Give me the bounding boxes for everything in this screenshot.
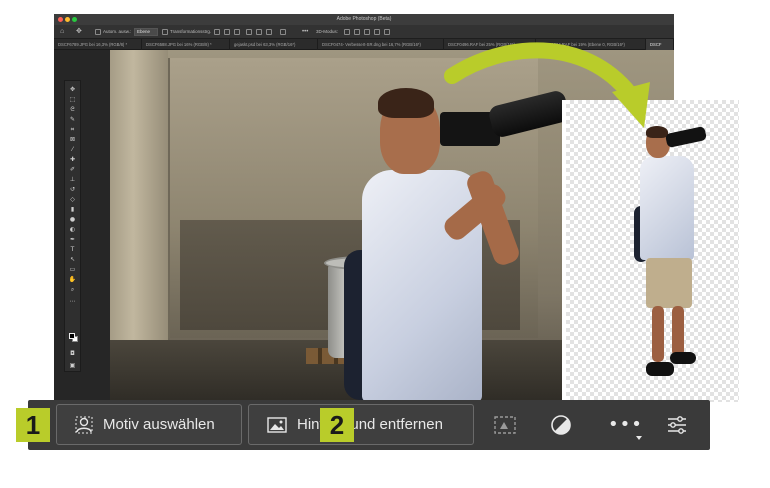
scale-3d-icon[interactable]	[384, 29, 390, 35]
cutout-shoe-left	[646, 362, 674, 376]
tools-panel: ✥ ⬚ ᘓ ✎ ⌗ ⊠ ⁄ ✚ ✐ ⊥ ↺ ◇ ▮ ● ◐ ✒ T ↖ ▭ ✋ …	[64, 80, 81, 372]
lasso-tool-icon[interactable]: ᘓ	[68, 105, 77, 114]
auto-select-dropdown[interactable]: Ebene	[134, 28, 158, 36]
eraser-tool-icon[interactable]: ◇	[68, 195, 77, 204]
chevron-down-icon[interactable]	[636, 436, 642, 440]
cutout-shirt	[640, 156, 694, 260]
roll-3d-icon[interactable]	[354, 29, 360, 35]
document-tab[interactable]: gejaskt.psd bei 63,3% (RGB/16*)	[230, 39, 318, 50]
dodge-tool-icon[interactable]: ◐	[68, 225, 77, 234]
sliders-icon[interactable]	[666, 414, 688, 436]
align-middle-icon[interactable]	[256, 29, 262, 35]
transform-controls-checkbox[interactable]	[162, 29, 168, 35]
gradient-tool-icon[interactable]: ▮	[68, 205, 77, 214]
edit-toolbar-icon[interactable]: ⋯	[68, 297, 77, 306]
blur-tool-icon[interactable]: ●	[68, 215, 77, 224]
photo-hair	[378, 88, 434, 118]
more-icon[interactable]: •••	[608, 414, 643, 435]
pan-3d-icon[interactable]	[364, 29, 370, 35]
step-badge-2: 2	[320, 408, 354, 442]
select-subject-button[interactable]: Motiv auswählen	[56, 404, 242, 445]
document-tab[interactable]: DSCF0474- Verbessert-SR.dng bei 16,7% (R…	[318, 39, 444, 50]
foreground-color-swatch[interactable]	[69, 333, 75, 339]
distribute-icon[interactable]	[280, 29, 286, 35]
pen-tool-icon[interactable]: ✒	[68, 235, 77, 244]
cutout-shorts	[646, 258, 692, 308]
quick-select-tool-icon[interactable]: ✎	[68, 115, 77, 124]
document-tab[interactable]: DSCF6789.JPG bei 16,3% (RGB/8) *	[54, 39, 142, 50]
step-badge-1: 1	[16, 408, 50, 442]
screen-mode-icon[interactable]: ▣	[68, 361, 77, 370]
cutout-leg-left	[652, 306, 664, 362]
slide-3d-icon[interactable]	[374, 29, 380, 35]
transform-controls-label: Transformationsstrg.	[170, 29, 212, 34]
person-select-icon	[75, 416, 93, 433]
home-icon[interactable]: ⌂	[60, 28, 64, 36]
mask-icon[interactable]	[494, 414, 516, 436]
cutout-leg-right	[672, 306, 684, 356]
select-subject-label: Motiv auswählen	[103, 416, 215, 433]
remove-background-button[interactable]: Hintergrund entfernen	[248, 404, 474, 445]
zoom-tool-icon[interactable]: ⌕	[68, 285, 77, 294]
cutout-shoe-right	[670, 352, 696, 364]
align-right-icon[interactable]	[234, 29, 240, 35]
quick-mask-icon[interactable]: ◘	[68, 349, 77, 358]
move-tool-icon[interactable]: ✥	[68, 85, 77, 94]
auto-select-checkbox[interactable]	[95, 29, 101, 35]
cutout-subject	[566, 100, 743, 402]
align-center-icon[interactable]	[224, 29, 230, 35]
align-left-icon[interactable]	[214, 29, 220, 35]
path-select-icon[interactable]: ↖	[68, 255, 77, 264]
transform-arrow-icon	[444, 42, 650, 128]
stamp-tool-icon[interactable]: ⊥	[68, 175, 77, 184]
document-tab[interactable]: DSCF6588.JPG bei 16% (RGB/8) *	[142, 39, 230, 50]
frame-tool-icon[interactable]: ⊠	[68, 135, 77, 144]
remove-background-label: Hintergrund entfernen	[297, 416, 443, 433]
orbit-3d-icon[interactable]	[344, 29, 350, 35]
shape-tool-icon[interactable]: ▭	[68, 265, 77, 274]
cutout-preview	[562, 100, 739, 402]
cutout-camera	[664, 125, 708, 149]
options-bar: ⌂ ✥ Autom. ausw.: Ebene Transformationss…	[54, 25, 674, 39]
hand-tool-icon[interactable]: ✋	[68, 275, 77, 284]
type-tool-icon[interactable]: T	[68, 245, 77, 254]
more-options-icon[interactable]: •••	[302, 28, 308, 36]
brush-tool-icon[interactable]: ✐	[68, 165, 77, 174]
move-tool-icon[interactable]: ✥	[76, 28, 82, 36]
auto-select-label: Autom. ausw.:	[103, 29, 132, 34]
crop-tool-icon[interactable]: ⌗	[68, 125, 77, 134]
image-icon	[267, 416, 287, 433]
window-title: Adobe Photoshop (Beta)	[336, 16, 392, 22]
align-bottom-icon[interactable]	[266, 29, 272, 35]
healing-brush-icon[interactable]: ✚	[68, 155, 77, 164]
contextual-task-bar: Motiv auswählen Hintergrund entfernen ••…	[28, 400, 710, 450]
marquee-tool-icon[interactable]: ⬚	[68, 95, 77, 104]
mode-3d-label: 3D-Modus:	[316, 29, 339, 34]
adjust-circle-icon[interactable]	[550, 414, 572, 436]
title-bar: Adobe Photoshop (Beta)	[54, 14, 674, 25]
eyedropper-tool-icon[interactable]: ⁄	[68, 145, 77, 154]
history-brush-icon[interactable]: ↺	[68, 185, 77, 194]
align-top-icon[interactable]	[246, 29, 252, 35]
